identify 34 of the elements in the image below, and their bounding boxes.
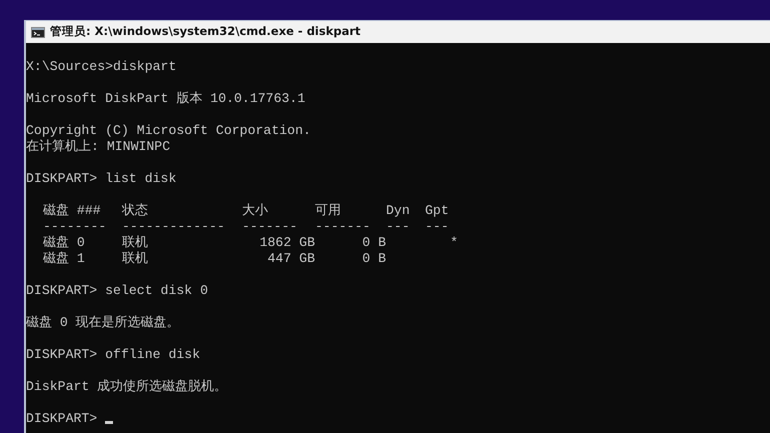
column-header: 磁盘 ### [43,203,101,219]
column-header: 大小 [242,203,268,219]
header-rule: -------- [43,219,106,235]
table-cell: 1862 GB [260,235,315,251]
table-cell: 联机 [122,235,148,251]
table-cell: * [450,235,458,251]
table-cell: 447 GB [268,251,315,267]
column-header: 状态 [122,203,148,219]
console-line: Microsoft DiskPart 版本 10.0.17763.1 [26,91,306,107]
console-line: 磁盘 0 现在是所选磁盘。 [26,315,180,331]
column-header: Dyn [386,203,410,219]
console-line: DiskPart 成功使所选磁盘脱机。 [26,379,228,395]
header-rule: --- [425,219,449,235]
text-cursor [105,421,114,424]
table-cell: 磁盘 0 [43,235,85,251]
table-cell: 0 B [362,251,386,267]
table-cell: 磁盘 1 [43,251,85,267]
table-cell: 联机 [122,251,148,267]
console-line: DISKPART> list disk [26,171,176,187]
console-line: DISKPART> offline disk [26,347,200,363]
command-prompt: DISKPART> [26,411,98,426]
console-line: X:\Sources>diskpart [26,59,176,75]
header-rule: ------- [242,219,298,235]
header-rule: --- [386,219,410,235]
console-line: Copyright (C) Microsoft Corporation. [26,123,311,139]
console-line: 在计算机上: MINWINPC [26,139,170,155]
table-cell: 0 B [362,235,386,251]
column-header: 可用 [315,203,341,219]
window-title: 管理员: X:\windows\system32\cmd.exe - diskpart [50,23,361,40]
console-icon [31,26,45,38]
column-header: Gpt [425,203,449,219]
header-rule: ------------- [122,219,225,235]
console-line: DISKPART> select disk 0 [26,283,208,299]
header-rule: ------- [315,219,370,235]
